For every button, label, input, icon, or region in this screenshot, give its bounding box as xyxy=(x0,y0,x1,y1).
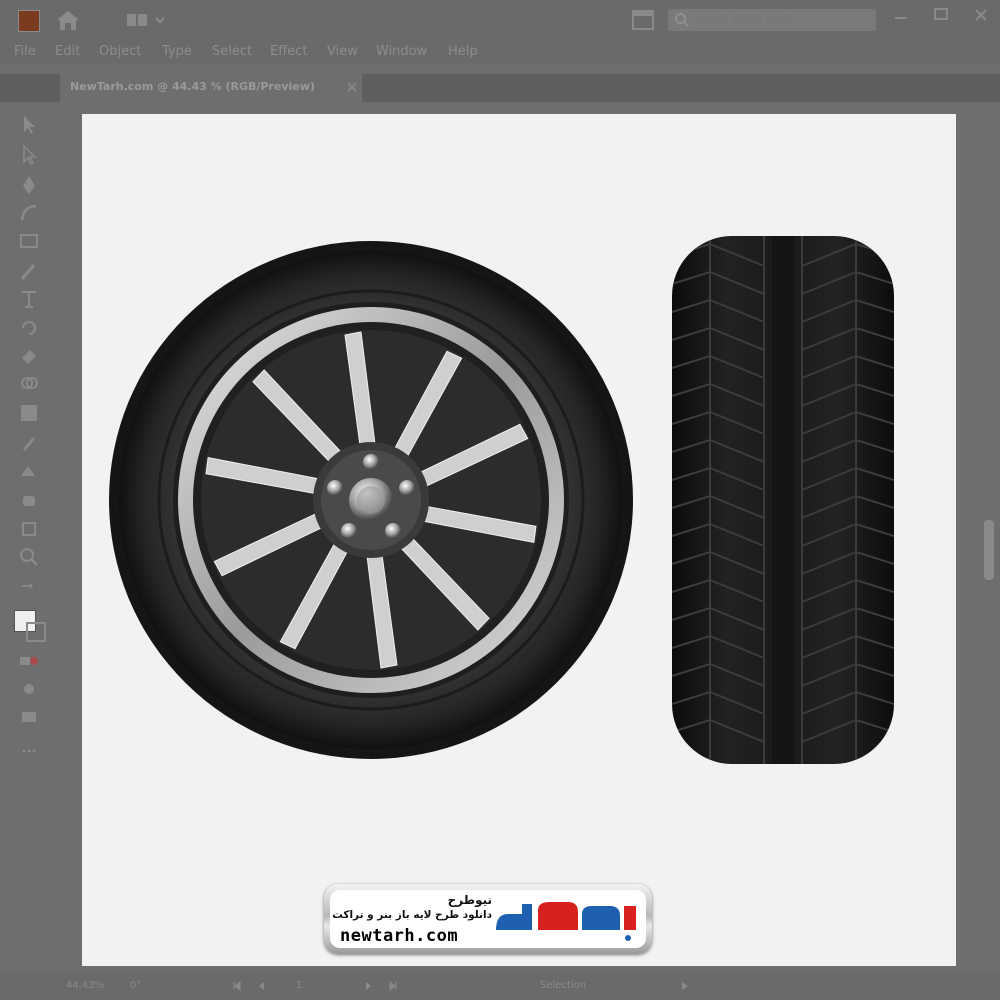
tools-panel xyxy=(8,104,50,964)
menu-effect[interactable]: Effect xyxy=(270,44,307,59)
document-tab-bar: NewTarh.com @ 44.43 % (RGB/Preview) xyxy=(0,74,1000,102)
wheel-illustration xyxy=(109,241,633,759)
watermark-badge: نیوطرح دانلود طرح لایه باز بنر و تراکت n… xyxy=(324,884,652,954)
menu-window[interactable]: Window xyxy=(376,44,427,59)
search-box[interactable] xyxy=(668,9,876,31)
document-tab[interactable]: NewTarh.com @ 44.43 % (RGB/Preview) xyxy=(60,74,362,102)
badge-title: نیوطرح xyxy=(447,893,492,907)
search-input[interactable] xyxy=(694,12,870,28)
close-icon[interactable] xyxy=(972,6,990,24)
first-artboard-icon[interactable] xyxy=(232,981,242,991)
menu-view[interactable]: View xyxy=(327,44,358,59)
menu-help[interactable]: Help xyxy=(448,44,478,59)
last-artboard-icon[interactable] xyxy=(388,981,398,991)
selection-tool-icon[interactable] xyxy=(18,114,40,136)
menu-file[interactable]: File xyxy=(14,44,36,59)
screen-mode-icon[interactable] xyxy=(18,678,40,700)
shape-builder-tool-icon[interactable] xyxy=(18,372,40,394)
direct-selection-tool-icon[interactable] xyxy=(18,144,40,166)
app-bar xyxy=(0,0,1000,40)
next-artboard-icon[interactable] xyxy=(364,981,374,991)
blend-tool-icon[interactable] xyxy=(18,460,40,482)
eraser-tool-icon[interactable] xyxy=(18,344,40,366)
type-tool-icon[interactable] xyxy=(18,288,40,310)
arrange-icon[interactable] xyxy=(632,10,654,30)
symbol-sprayer-tool-icon[interactable] xyxy=(18,490,40,512)
curvature-tool-icon[interactable] xyxy=(18,202,40,224)
rotation-value[interactable]: 0° xyxy=(130,980,141,991)
workspace-icon[interactable] xyxy=(126,12,166,28)
menu-select[interactable]: Select xyxy=(212,44,252,59)
minimize-icon[interactable] xyxy=(892,6,910,24)
more-tools-icon[interactable] xyxy=(18,740,40,762)
artboard-tool-icon[interactable] xyxy=(18,518,40,540)
swap-colors-icon[interactable] xyxy=(18,582,40,604)
home-icon[interactable] xyxy=(55,8,81,32)
badge-url: newtarh.com xyxy=(340,926,459,946)
gradient-tool-icon[interactable] xyxy=(18,402,40,424)
search-icon xyxy=(675,13,689,27)
paintbrush-tool-icon[interactable] xyxy=(18,260,40,282)
menu-bar: File Edit Object Type Select Effect View… xyxy=(0,40,1000,64)
status-play-icon[interactable] xyxy=(680,981,690,991)
maximize-icon[interactable] xyxy=(932,6,950,24)
menu-type[interactable]: Type xyxy=(162,44,192,59)
vertical-scrollbar[interactable] xyxy=(984,520,994,580)
zoom-tool-icon[interactable] xyxy=(18,546,40,568)
stroke-swatch[interactable] xyxy=(26,622,46,642)
status-bar: 44.43% 0° 1 Selection xyxy=(0,972,1000,1000)
edit-toolbar-icon[interactable] xyxy=(18,706,40,728)
eyedropper-tool-icon[interactable] xyxy=(18,430,40,452)
rectangle-tool-icon[interactable] xyxy=(18,230,40,252)
prev-artboard-icon[interactable] xyxy=(256,981,266,991)
menu-object[interactable]: Object xyxy=(99,44,141,59)
rotate-tool-icon[interactable] xyxy=(18,316,40,338)
tab-close-icon[interactable] xyxy=(346,81,358,93)
menu-edit[interactable]: Edit xyxy=(55,44,80,59)
newtarh-logo xyxy=(496,902,636,941)
app-logo-icon[interactable] xyxy=(18,10,40,32)
document-tab-title: NewTarh.com @ 44.43 % (RGB/Preview) xyxy=(70,80,315,93)
badge-subtitle: دانلود طرح لایه باز بنر و تراکت xyxy=(332,909,492,921)
drawing-modes-icon[interactable] xyxy=(18,650,40,672)
current-tool-label: Selection xyxy=(540,980,587,991)
tire-tread-illustration xyxy=(672,236,894,764)
artboard-number[interactable]: 1 xyxy=(296,980,302,991)
pen-tool-icon[interactable] xyxy=(18,174,40,196)
zoom-level[interactable]: 44.43% xyxy=(66,980,104,991)
